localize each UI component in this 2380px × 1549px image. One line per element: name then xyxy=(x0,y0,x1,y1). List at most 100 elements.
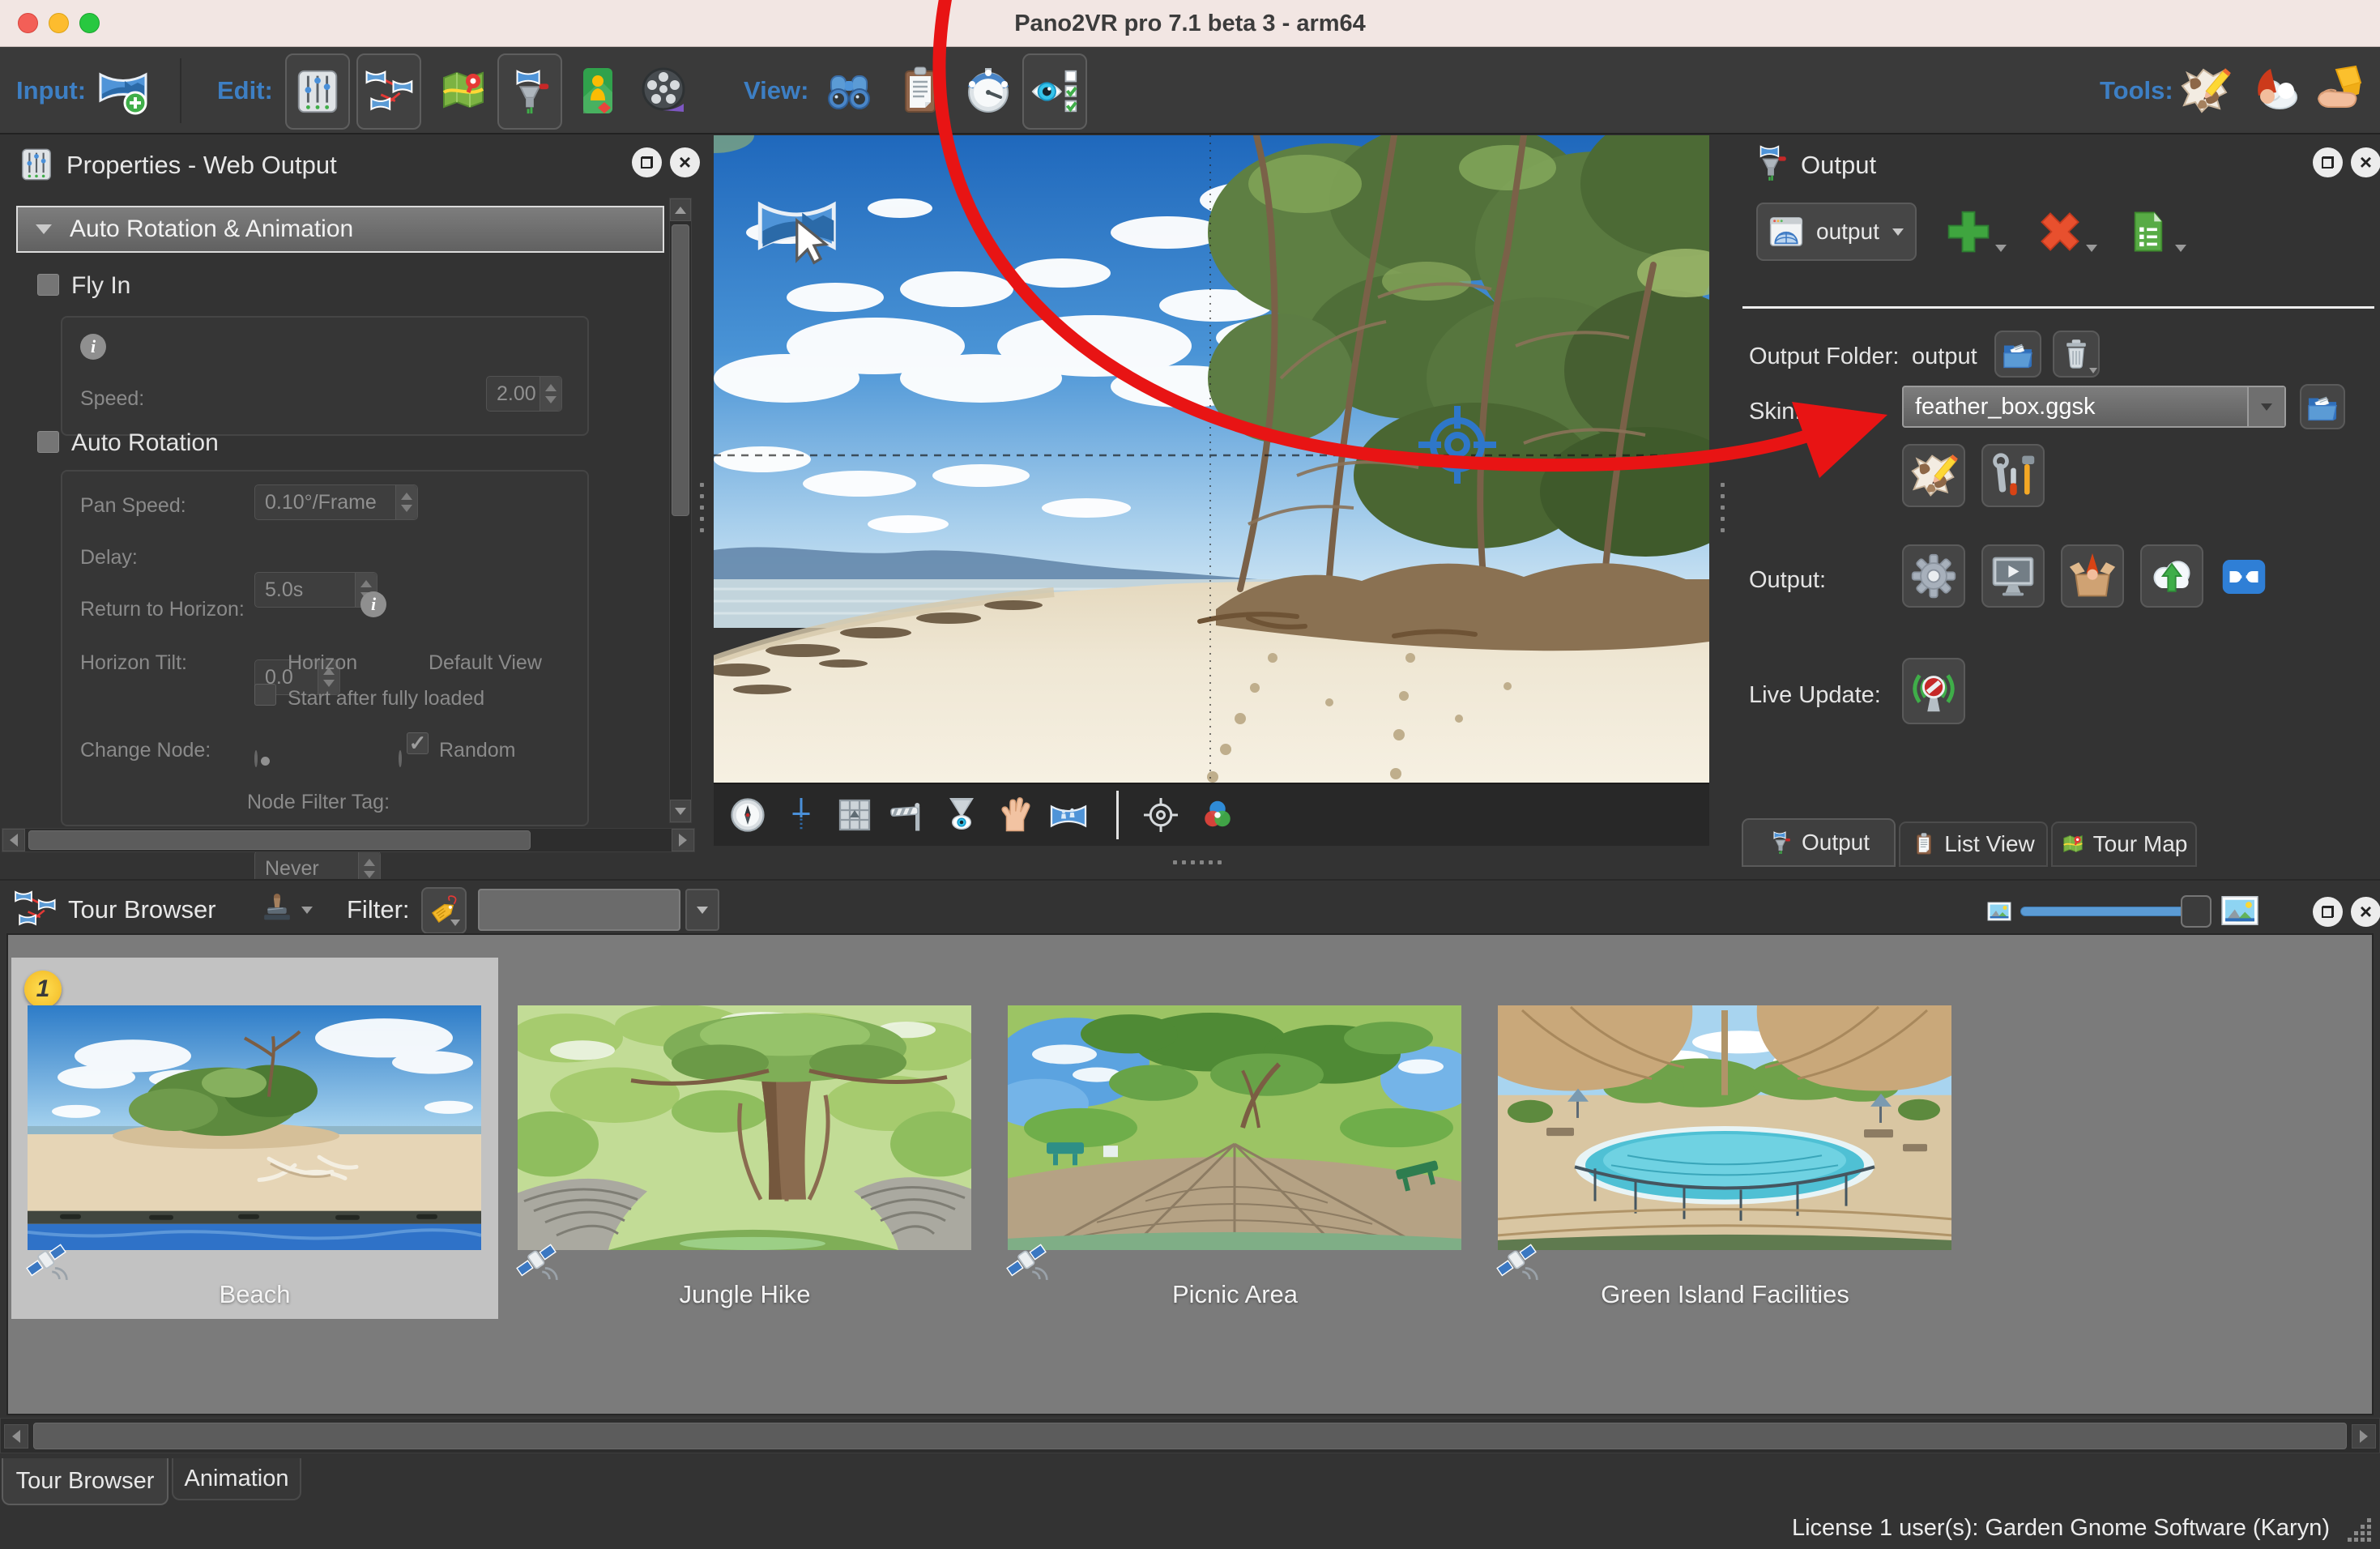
scroll-thumb[interactable] xyxy=(672,224,689,516)
filter-dropdown-button[interactable] xyxy=(685,889,719,931)
generate-output-button[interactable] xyxy=(1981,544,2045,608)
tour-node-tile-jungle-hike[interactable]: Jungle Hike xyxy=(501,958,988,1319)
scroll-left-button[interactable] xyxy=(4,1424,28,1449)
tour-map-button[interactable] xyxy=(437,65,489,117)
node-thumbnail[interactable] xyxy=(28,1005,481,1250)
output-format-selector[interactable]: output xyxy=(1756,203,1917,261)
tag-dropdown-arrow[interactable] xyxy=(450,920,460,926)
default-view-radio[interactable] xyxy=(399,750,402,767)
close-panel-button[interactable]: × xyxy=(2351,897,2380,927)
projection-button[interactable] xyxy=(1049,796,1088,834)
tab-list-view[interactable]: List View xyxy=(1899,821,2048,867)
skin-dropdown-arrow-zone[interactable] xyxy=(2247,387,2284,426)
auto-rotation-checkbox[interactable] xyxy=(37,431,59,453)
tour-browser-horizontal-scrollbar[interactable] xyxy=(0,1418,2380,1453)
panorama-viewport[interactable] xyxy=(714,135,1709,783)
browse-skin-button[interactable] xyxy=(2300,384,2345,429)
filter-tag-button[interactable] xyxy=(421,887,467,934)
upload-output-button[interactable] xyxy=(2140,544,2203,608)
start-after-loaded-checkbox[interactable] xyxy=(254,684,276,706)
close-panel-button[interactable]: × xyxy=(2351,147,2380,177)
output-report-button[interactable] xyxy=(2125,208,2172,255)
add-output-dropdown-arrow[interactable] xyxy=(1995,245,2007,252)
gg-cloud-button[interactable] xyxy=(2247,65,2299,117)
thumbnail-size-slider-handle[interactable] xyxy=(2181,895,2212,928)
skin-combobox[interactable]: feather_box.ggsk xyxy=(1902,386,2286,428)
node-thumbnail[interactable] xyxy=(518,1005,971,1250)
horizontal-splitter-handle[interactable] xyxy=(1173,860,1222,864)
add-output-button[interactable] xyxy=(1944,207,1993,256)
delete-output-button[interactable] xyxy=(2036,207,2084,256)
thumbnail-size-slider[interactable] xyxy=(2020,907,2200,916)
filter-input[interactable] xyxy=(478,889,680,931)
properties-vertical-scrollbar[interactable] xyxy=(669,198,692,823)
output-panel-toggle-button[interactable] xyxy=(497,53,562,130)
connect-plugin-icon[interactable] xyxy=(2221,554,2267,600)
properties-panel-toggle-button[interactable] xyxy=(285,53,350,130)
scroll-down-button[interactable] xyxy=(670,800,691,822)
find-button[interactable] xyxy=(823,65,875,117)
scroll-left-button[interactable] xyxy=(2,829,25,851)
horizon-radio[interactable] xyxy=(254,750,258,767)
add-panorama-button[interactable] xyxy=(97,65,149,117)
close-panel-button[interactable]: × xyxy=(670,147,700,177)
package-output-button[interactable] xyxy=(2061,544,2124,608)
video-output-button[interactable] xyxy=(638,65,690,117)
street-view-button[interactable] xyxy=(572,65,624,117)
info-icon[interactable]: i xyxy=(80,334,106,360)
skin-configuration-button[interactable] xyxy=(1981,444,2045,507)
set-default-view-button[interactable] xyxy=(1141,796,1180,834)
report-dropdown-arrow[interactable] xyxy=(2175,245,2186,252)
tour-browser-toggle-button[interactable] xyxy=(356,53,421,130)
grid-tool-button[interactable] xyxy=(835,796,874,834)
delete-output-dropdown-arrow[interactable] xyxy=(2086,245,2097,252)
left-splitter-handle[interactable] xyxy=(700,483,704,532)
speed-spinner[interactable] xyxy=(540,377,561,411)
compass-mode-button[interactable] xyxy=(728,796,767,834)
delay-field[interactable]: 5.0s xyxy=(254,572,377,608)
node-thumbnail[interactable] xyxy=(1498,1005,1951,1250)
tab-output[interactable]: Output xyxy=(1742,818,1896,867)
list-view-button[interactable] xyxy=(894,65,946,117)
browse-output-folder-button[interactable] xyxy=(1994,331,2041,378)
scroll-up-button[interactable] xyxy=(670,198,691,221)
output-settings-button[interactable] xyxy=(1902,544,1965,608)
publish-package-button[interactable] xyxy=(2314,65,2365,117)
float-panel-button[interactable] xyxy=(2313,897,2343,927)
scroll-right-button[interactable] xyxy=(672,829,694,851)
pan-mode-button[interactable] xyxy=(996,796,1034,834)
tab-tour-browser[interactable]: Tour Browser xyxy=(2,1458,168,1505)
viewer-settings-toggle-button[interactable] xyxy=(1022,53,1087,130)
clean-dropdown-arrow[interactable] xyxy=(2089,368,2097,373)
fly-in-checkbox[interactable] xyxy=(37,274,59,296)
scroll-right-button[interactable] xyxy=(2352,1424,2376,1449)
live-update-toggle-button[interactable] xyxy=(1902,658,1965,724)
tab-tour-map[interactable]: Tour Map xyxy=(2051,821,2197,867)
time-gauge-button[interactable] xyxy=(962,65,1014,117)
section-auto-rotation-header[interactable]: Auto Rotation & Animation xyxy=(16,206,664,253)
float-panel-button[interactable] xyxy=(2313,147,2343,177)
tour-node-tile-beach[interactable]: 1 Beach xyxy=(11,958,498,1319)
speed-field[interactable]: 2.00 xyxy=(486,376,562,412)
fov-tool-button[interactable] xyxy=(942,796,981,834)
edit-skin-button[interactable] xyxy=(1902,444,1965,507)
node-thumbnail[interactable] xyxy=(1008,1005,1461,1250)
resize-grip[interactable] xyxy=(2346,1517,2374,1544)
tilt-tool-button[interactable] xyxy=(782,796,821,834)
color-adjust-button[interactable] xyxy=(1198,796,1237,834)
stamp-tool-button[interactable] xyxy=(259,892,295,928)
random-checkbox[interactable]: ✓ xyxy=(407,732,429,754)
tab-animation[interactable]: Animation xyxy=(172,1458,301,1500)
tour-node-tile-picnic-area[interactable]: Picnic Area xyxy=(992,958,1478,1319)
stamp-dropdown-arrow[interactable] xyxy=(301,907,313,914)
scroll-thumb[interactable] xyxy=(28,830,531,850)
right-splitter-handle[interactable] xyxy=(1721,483,1725,532)
skin-editor-button[interactable] xyxy=(2179,65,2231,117)
tour-node-tile-green-island[interactable]: Green Island Facilities xyxy=(1482,958,1968,1319)
properties-horizontal-scrollbar[interactable] xyxy=(2,828,695,852)
float-panel-button[interactable] xyxy=(632,147,662,177)
pan-speed-field[interactable]: 0.10°/Frame xyxy=(254,484,418,520)
limits-tool-button[interactable] xyxy=(889,796,928,834)
info-icon[interactable]: i xyxy=(360,591,386,617)
pan-speed-spinner[interactable] xyxy=(395,485,417,519)
